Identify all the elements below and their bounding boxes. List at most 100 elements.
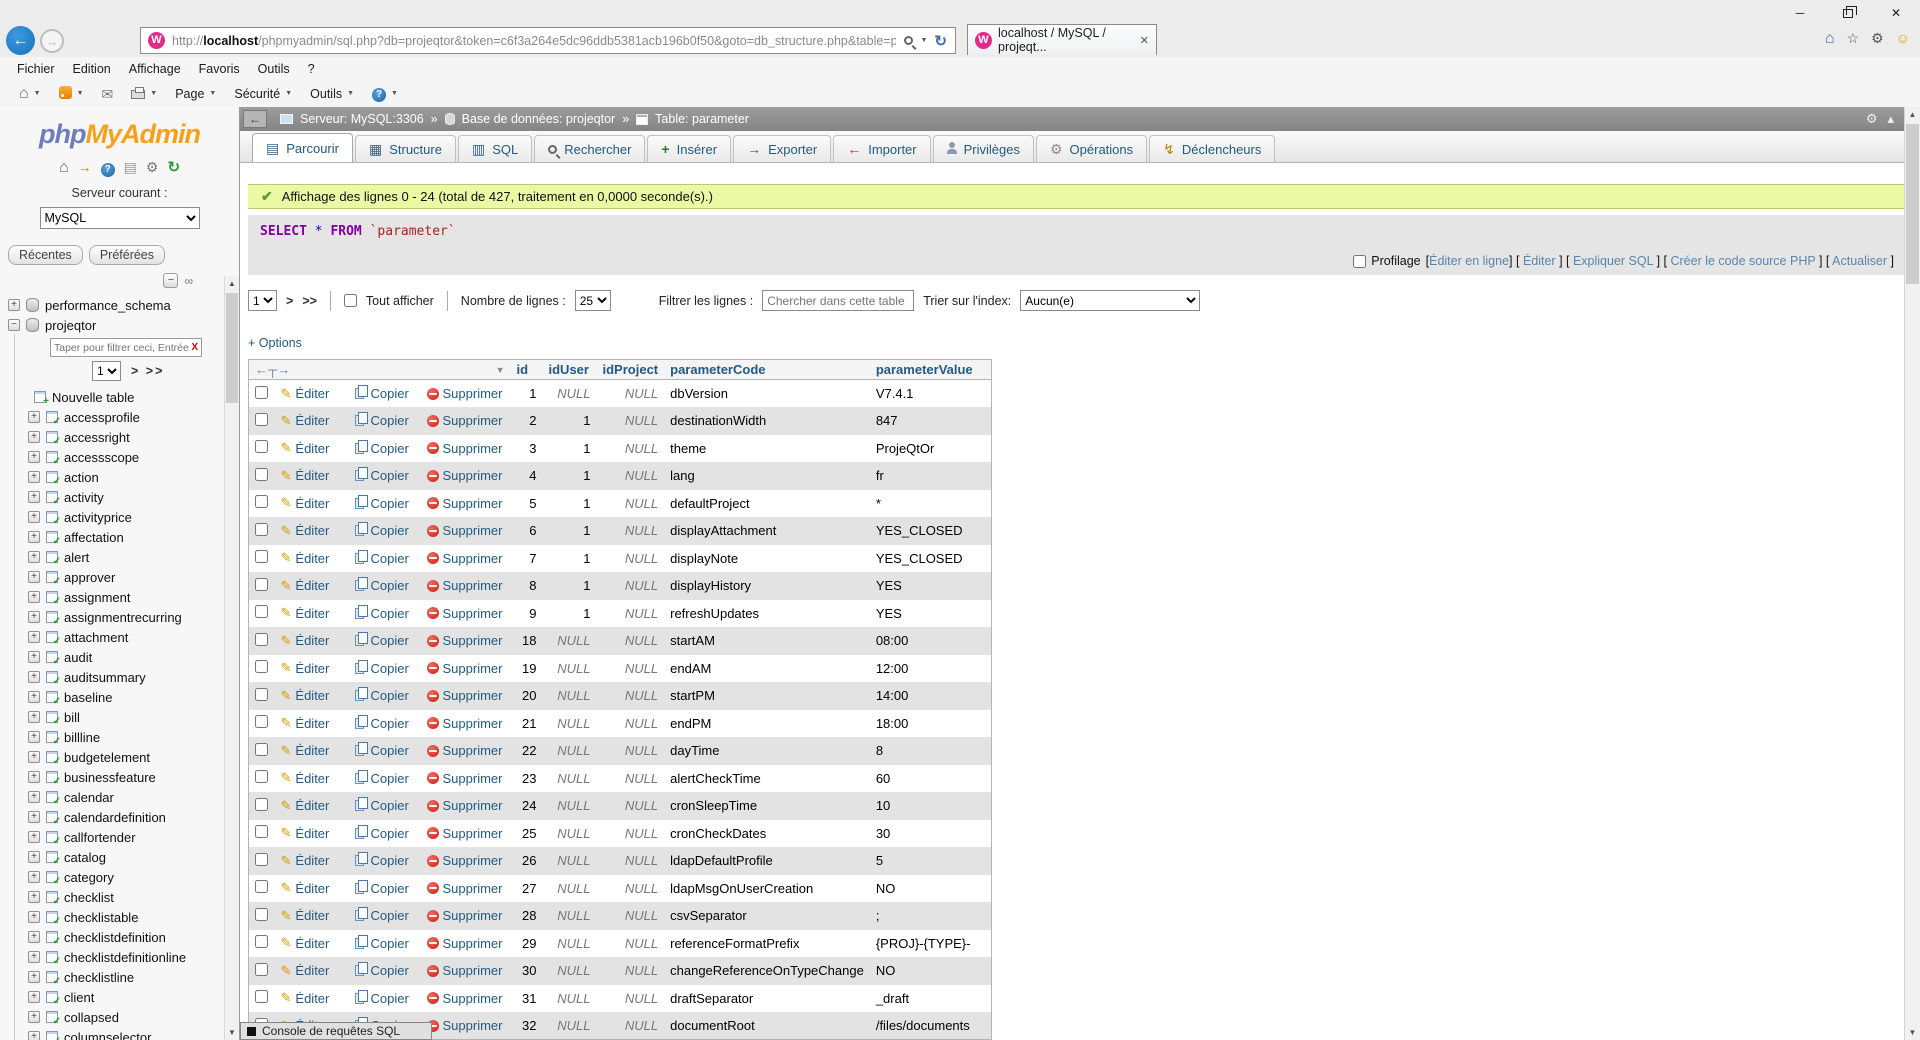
- search-icon[interactable]: [904, 36, 913, 45]
- next-page-button[interactable]: >: [286, 294, 293, 308]
- tree-table-item[interactable]: +assignment: [20, 587, 239, 607]
- copy-link[interactable]: Copier: [371, 386, 409, 401]
- refresh-icon[interactable]: ↻: [167, 159, 180, 177]
- sort-index-select[interactable]: Aucun(e): [1020, 290, 1200, 311]
- row-checkbox[interactable]: [255, 908, 268, 921]
- edit-link[interactable]: Éditer: [295, 743, 329, 758]
- column-move-icons[interactable]: ←┬→: [255, 362, 290, 377]
- options-toggle[interactable]: + Options: [248, 336, 1904, 350]
- server-select[interactable]: MySQL: [40, 207, 200, 229]
- tree-table-item[interactable]: +budgetelement: [20, 747, 239, 767]
- row-checkbox[interactable]: [255, 798, 268, 811]
- row-checkbox[interactable]: [255, 523, 268, 536]
- mail-button[interactable]: ✉: [93, 87, 123, 101]
- profiling-link-1[interactable]: Éditer: [1523, 254, 1556, 268]
- copy-link[interactable]: Copier: [371, 496, 409, 511]
- tree-table-item[interactable]: +attachment: [20, 627, 239, 647]
- row-checkbox[interactable]: [255, 990, 268, 1003]
- edit-link[interactable]: Éditer: [295, 606, 329, 621]
- last-page-button[interactable]: >>: [302, 294, 317, 308]
- tree-table-item[interactable]: +accessright: [20, 427, 239, 447]
- expand-icon[interactable]: +: [28, 1011, 40, 1023]
- copy-link[interactable]: Copier: [371, 991, 409, 1006]
- row-checkbox[interactable]: [255, 770, 268, 783]
- tab-inserer[interactable]: +Insérer: [647, 135, 731, 162]
- edit-link[interactable]: Éditer: [295, 661, 329, 676]
- row-checkbox[interactable]: [255, 578, 268, 591]
- edit-link[interactable]: Éditer: [295, 716, 329, 731]
- expand-icon[interactable]: +: [28, 731, 40, 743]
- tree-table-item[interactable]: +columnselector: [20, 1027, 239, 1040]
- rows-count-select[interactable]: 25: [575, 290, 611, 311]
- link-panel-icon[interactable]: ∞: [184, 274, 193, 288]
- delete-link[interactable]: Supprimer: [443, 963, 503, 978]
- breadcrumb-table[interactable]: Table: parameter: [655, 112, 749, 126]
- scrollbar-thumb[interactable]: [226, 293, 238, 403]
- edit-link[interactable]: Éditer: [295, 963, 329, 978]
- row-checkbox[interactable]: [255, 495, 268, 508]
- row-checkbox[interactable]: [255, 633, 268, 646]
- expand-icon[interactable]: +: [28, 751, 40, 763]
- settings-gear-icon[interactable]: ⚙: [1866, 111, 1878, 127]
- docs-icon[interactable]: ▤: [124, 159, 137, 177]
- profiling-link-2[interactable]: Expliquer SQL: [1573, 254, 1653, 268]
- restore-button[interactable]: [1824, 0, 1872, 26]
- profiling-checkbox[interactable]: [1353, 255, 1366, 268]
- expand-icon[interactable]: +: [28, 671, 40, 683]
- tree-table-item[interactable]: +audit: [20, 647, 239, 667]
- edit-link[interactable]: Éditer: [295, 798, 329, 813]
- delete-link[interactable]: Supprimer: [443, 633, 503, 648]
- row-select-cell[interactable]: [249, 820, 275, 848]
- copy-link[interactable]: Copier: [371, 551, 409, 566]
- help-menu[interactable]: ?▼: [363, 85, 407, 102]
- tree-table-item[interactable]: +affectation: [20, 527, 239, 547]
- row-checkbox[interactable]: [255, 935, 268, 948]
- expand-icon[interactable]: +: [28, 851, 40, 863]
- expand-icon[interactable]: +: [28, 431, 40, 443]
- page-menu[interactable]: Page▼: [166, 87, 225, 101]
- main-scrollbar[interactable]: ▲ ▼: [1904, 107, 1920, 1040]
- copy-link[interactable]: Copier: [371, 936, 409, 951]
- delete-link[interactable]: Supprimer: [443, 606, 503, 621]
- delete-link[interactable]: Supprimer: [443, 936, 503, 951]
- column-header-parameterCode[interactable]: parameterCode: [664, 360, 870, 380]
- copy-link[interactable]: Copier: [371, 606, 409, 621]
- expand-icon[interactable]: +: [28, 411, 40, 423]
- breadcrumb-back-button[interactable]: ←: [243, 110, 267, 128]
- delete-link[interactable]: Supprimer: [443, 523, 503, 538]
- edit-link[interactable]: Éditer: [295, 441, 329, 456]
- tree-table-item[interactable]: +approver: [20, 567, 239, 587]
- column-header-idUser[interactable]: idUser: [543, 360, 597, 380]
- copy-link[interactable]: Copier: [371, 853, 409, 868]
- menu-item-0[interactable]: Fichier: [8, 62, 64, 76]
- profiling-link-4[interactable]: Actualiser: [1832, 254, 1887, 268]
- home-icon[interactable]: ⌂: [59, 159, 69, 177]
- row-select-cell[interactable]: [249, 737, 275, 765]
- scroll-down-icon[interactable]: ▼: [225, 1025, 239, 1040]
- row-checkbox[interactable]: [255, 963, 268, 976]
- edit-link[interactable]: Éditer: [295, 468, 329, 483]
- row-select-cell[interactable]: [249, 847, 275, 875]
- edit-link[interactable]: Éditer: [295, 551, 329, 566]
- copy-link[interactable]: Copier: [371, 798, 409, 813]
- tree-db-projeqtor[interactable]: − projeqtor: [0, 315, 239, 335]
- expand-icon[interactable]: +: [28, 531, 40, 543]
- row-checkbox[interactable]: [255, 853, 268, 866]
- tree-table-item[interactable]: +checklist: [20, 887, 239, 907]
- edit-link[interactable]: Éditer: [295, 826, 329, 841]
- menu-item-1[interactable]: Edition: [64, 62, 120, 76]
- expand-icon[interactable]: +: [28, 451, 40, 463]
- row-select-cell[interactable]: [249, 545, 275, 573]
- logout-icon[interactable]: →: [78, 159, 92, 177]
- row-select-cell[interactable]: [249, 380, 275, 408]
- copy-link[interactable]: Copier: [371, 441, 409, 456]
- breadcrumb-database[interactable]: Base de données: projeqtor: [462, 112, 616, 126]
- row-select-cell[interactable]: [249, 985, 275, 1013]
- menu-item-2[interactable]: Affichage: [120, 62, 190, 76]
- expand-icon[interactable]: +: [28, 831, 40, 843]
- column-header-id[interactable]: id: [511, 360, 543, 380]
- expand-icon[interactable]: +: [28, 571, 40, 583]
- row-select-cell[interactable]: [249, 517, 275, 545]
- tree-table-item[interactable]: +callfortender: [20, 827, 239, 847]
- row-select-cell[interactable]: [249, 627, 275, 655]
